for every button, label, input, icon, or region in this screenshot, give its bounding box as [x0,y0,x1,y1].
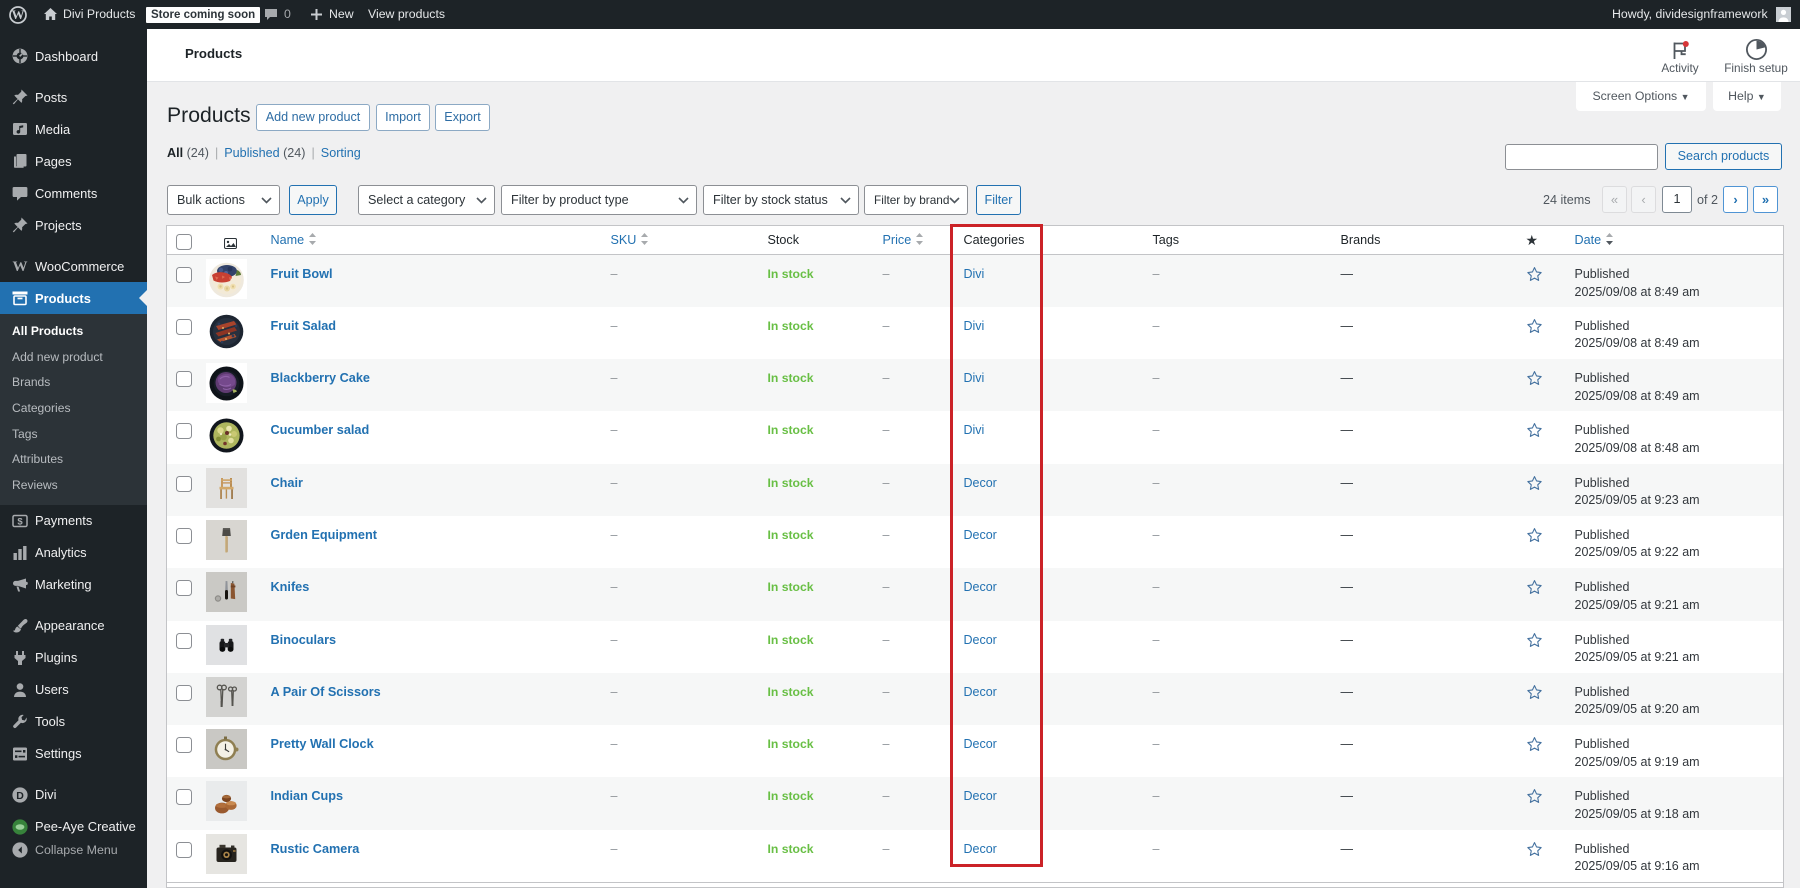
svg-text:W: W [12,7,25,22]
svg-text:$: $ [17,516,23,527]
svg-text:D: D [16,790,24,802]
svg-text:W: W [13,259,28,275]
